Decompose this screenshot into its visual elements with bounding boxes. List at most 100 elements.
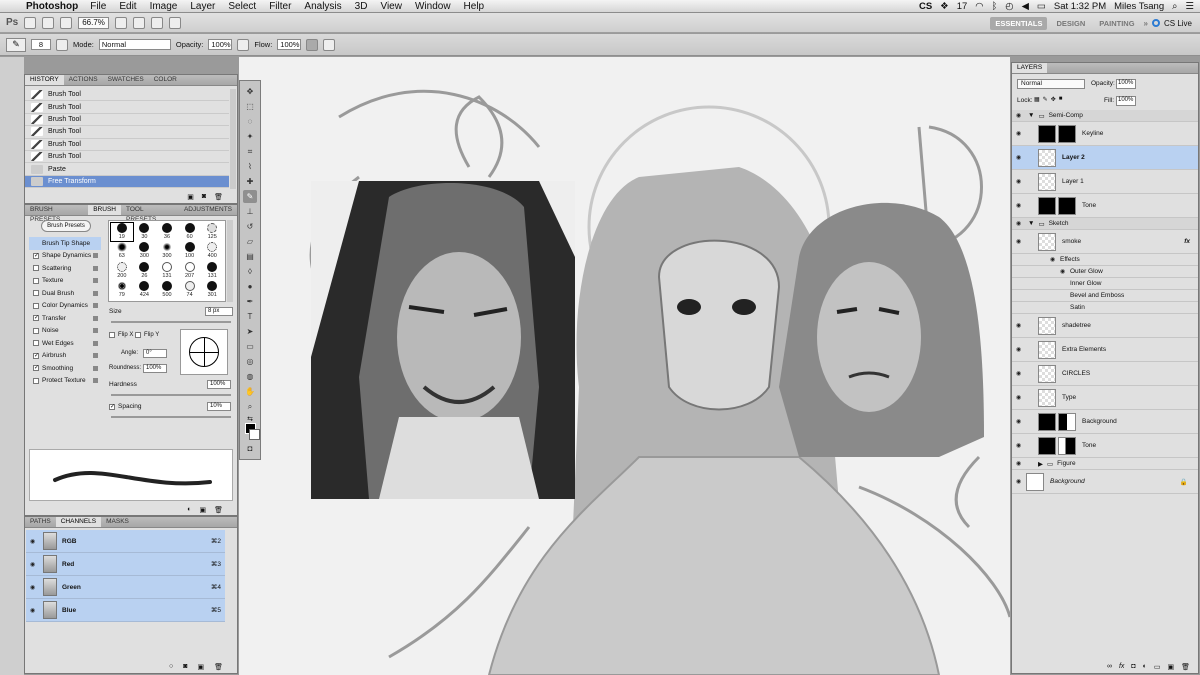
lock-icon[interactable] (93, 303, 98, 309)
tab-color[interactable]: COLOR (149, 75, 182, 85)
menu-view[interactable]: View (380, 1, 402, 12)
effect-eye-icon[interactable]: ◉ (1060, 268, 1068, 275)
checkbox[interactable] (33, 327, 39, 334)
lock-icon[interactable] (93, 353, 98, 359)
flow-input[interactable]: 100% (277, 39, 302, 50)
3d-rotate-tool-icon[interactable]: ◎ (243, 355, 257, 368)
delete-channel-icon[interactable]: 🗑 (214, 663, 223, 671)
layer-row-type[interactable]: ◉ Type (1012, 386, 1198, 410)
history-step[interactable]: Brush Tool (25, 114, 229, 127)
flip-y-checkbox[interactable]: Flip Y (135, 332, 159, 338)
spot-healing-tool-icon[interactable]: ✚ (243, 175, 257, 188)
brush-tip[interactable]: 400 (201, 242, 223, 260)
hardness-input[interactable]: 100% (207, 380, 231, 389)
spacing-input[interactable]: 10% (207, 402, 231, 411)
dual-brush-option[interactable]: Dual Brush (29, 287, 101, 300)
brush-size-picker[interactable]: 8 (31, 39, 51, 50)
app-menu[interactable]: Photoshop (26, 1, 78, 12)
lock-icon[interactable] (93, 253, 98, 259)
lock-icon[interactable] (93, 315, 98, 321)
tab-actions[interactable]: ACTIONS (64, 75, 103, 85)
workspace-painting[interactable]: PAINTING (1094, 17, 1139, 30)
effects-row[interactable]: ◉ Effects (1012, 254, 1198, 266)
delete-layer-icon[interactable]: 🗑 (1181, 663, 1190, 671)
layer-row-shadetree[interactable]: ◉ shadetree (1012, 314, 1198, 338)
size-input[interactable]: 8 px (205, 307, 233, 316)
layer-row-tone[interactable]: ◉ Tone (1012, 194, 1198, 218)
path-select-tool-icon[interactable]: ➤ (243, 325, 257, 338)
more-workspaces-icon[interactable]: » (1144, 19, 1148, 28)
lock-icon[interactable] (93, 290, 98, 296)
workspace-essentials[interactable]: ESSENTIALS (990, 16, 1048, 30)
history-step[interactable]: Paste (25, 163, 229, 176)
delete-brush-icon[interactable]: 🗑 (214, 506, 223, 514)
history-step[interactable]: Brush Tool (25, 151, 229, 164)
menu-select[interactable]: Select (228, 1, 256, 12)
tip-grid-scrollbar[interactable] (227, 220, 233, 302)
visibility-eye-icon[interactable]: ◉ (1016, 478, 1024, 485)
checkbox-checked[interactable]: ✓ (109, 403, 115, 410)
gradient-tool-icon[interactable]: ▤ (243, 250, 257, 263)
visibility-eye-icon[interactable]: ◉ (1016, 418, 1024, 425)
brush-tip[interactable]: 131 (156, 261, 178, 280)
visibility-eye-icon[interactable]: ◉ (1016, 202, 1024, 209)
visibility-eye-icon[interactable]: ◉ (30, 538, 38, 545)
tab-adjustments[interactable]: ADJUSTMENTS (179, 205, 237, 215)
tab-brush-presets[interactable]: BRUSH PRESETS (25, 205, 88, 223)
brush-tip[interactable]: 301 (201, 280, 223, 299)
smoothing-option[interactable]: ✓ Smoothing (29, 362, 101, 375)
visibility-eye-icon[interactable]: ◉ (30, 584, 38, 591)
mini-bridge-icon[interactable] (42, 16, 55, 29)
brush-tool-icon[interactable]: ✎ (243, 190, 257, 203)
texture-option[interactable]: Texture (29, 275, 101, 288)
lock-all-icon[interactable]: ■ (1059, 96, 1063, 103)
blend-mode-select[interactable]: Normal (1017, 79, 1085, 89)
layer-mask-thumbnail[interactable] (1058, 124, 1076, 143)
visibility-eye-icon[interactable]: ◉ (1016, 130, 1024, 137)
shape-tool-icon[interactable]: ▭ (243, 340, 257, 353)
tab-swatches[interactable]: SWATCHES (103, 75, 149, 85)
layer-row-layer-2[interactable]: ◉ Layer 2 (1012, 146, 1198, 170)
brush-tip[interactable]: 424 (134, 280, 156, 299)
brush-tip[interactable]: 19 (110, 221, 134, 243)
brush-tip[interactable]: 125 (201, 223, 223, 241)
brush-tip[interactable]: 300 (156, 242, 178, 260)
lock-icon[interactable] (93, 265, 98, 271)
flip-x-checkbox[interactable]: Flip X (109, 332, 133, 338)
group-collapse-icon[interactable]: ▶ (1038, 460, 1043, 468)
cs-live-button[interactable]: CS Live (1164, 19, 1192, 28)
visibility-eye-icon[interactable]: ◉ (30, 561, 38, 568)
channel-row-green[interactable]: ◉ Green ⌘4 (26, 576, 225, 599)
layer-mask-thumbnail[interactable] (1058, 412, 1076, 431)
layer-group-figure[interactable]: ◉ ▶ ▭ Figure (1012, 458, 1198, 470)
menu-3d[interactable]: 3D (355, 1, 368, 12)
wet-edges-option[interactable]: Wet Edges (29, 337, 101, 350)
brush-tip[interactable]: 26 (134, 261, 156, 280)
airbrush-option[interactable]: ✓ Airbrush (29, 350, 101, 363)
tablet-pressure-size-icon[interactable] (323, 38, 336, 51)
marquee-tool-icon[interactable]: ⬚ (243, 100, 257, 113)
brush-tip[interactable]: 36 (156, 223, 178, 241)
visibility-eye-icon[interactable]: ◉ (1016, 220, 1024, 227)
lock-icon[interactable] (93, 365, 98, 371)
menu-file[interactable]: File (90, 1, 106, 12)
brush-tip[interactable]: 60 (179, 223, 201, 241)
opacity-input[interactable]: 100% (208, 39, 233, 50)
history-brush-tool-icon[interactable]: ↺ (243, 220, 257, 233)
checkbox[interactable] (135, 332, 141, 338)
tab-brush[interactable]: BRUSH (88, 205, 121, 215)
channel-row-blue[interactable]: ◉ Blue ⌘5 (26, 599, 225, 622)
channel-row-rgb[interactable]: ◉ RGB ⌘2 (26, 530, 225, 553)
new-layer-icon[interactable]: ▣ (1167, 663, 1174, 671)
brush-tip[interactable]: 74 (179, 280, 201, 299)
background-color-swatch[interactable] (248, 429, 260, 440)
visibility-eye-icon[interactable]: ◉ (30, 607, 38, 614)
menu-image[interactable]: Image (150, 1, 178, 12)
lock-position-icon[interactable]: ✥ (1051, 96, 1056, 103)
brush-tip[interactable]: 200 (111, 261, 133, 280)
effect-row-outer-glow[interactable]: ◉ Outer Glow (1012, 266, 1198, 278)
effect-row-satin[interactable]: Satin (1012, 302, 1198, 314)
history-scrollbar[interactable] (230, 89, 236, 189)
volume-icon[interactable]: ◀ (1022, 1, 1029, 12)
blur-tool-icon[interactable]: ◊ (243, 265, 257, 278)
